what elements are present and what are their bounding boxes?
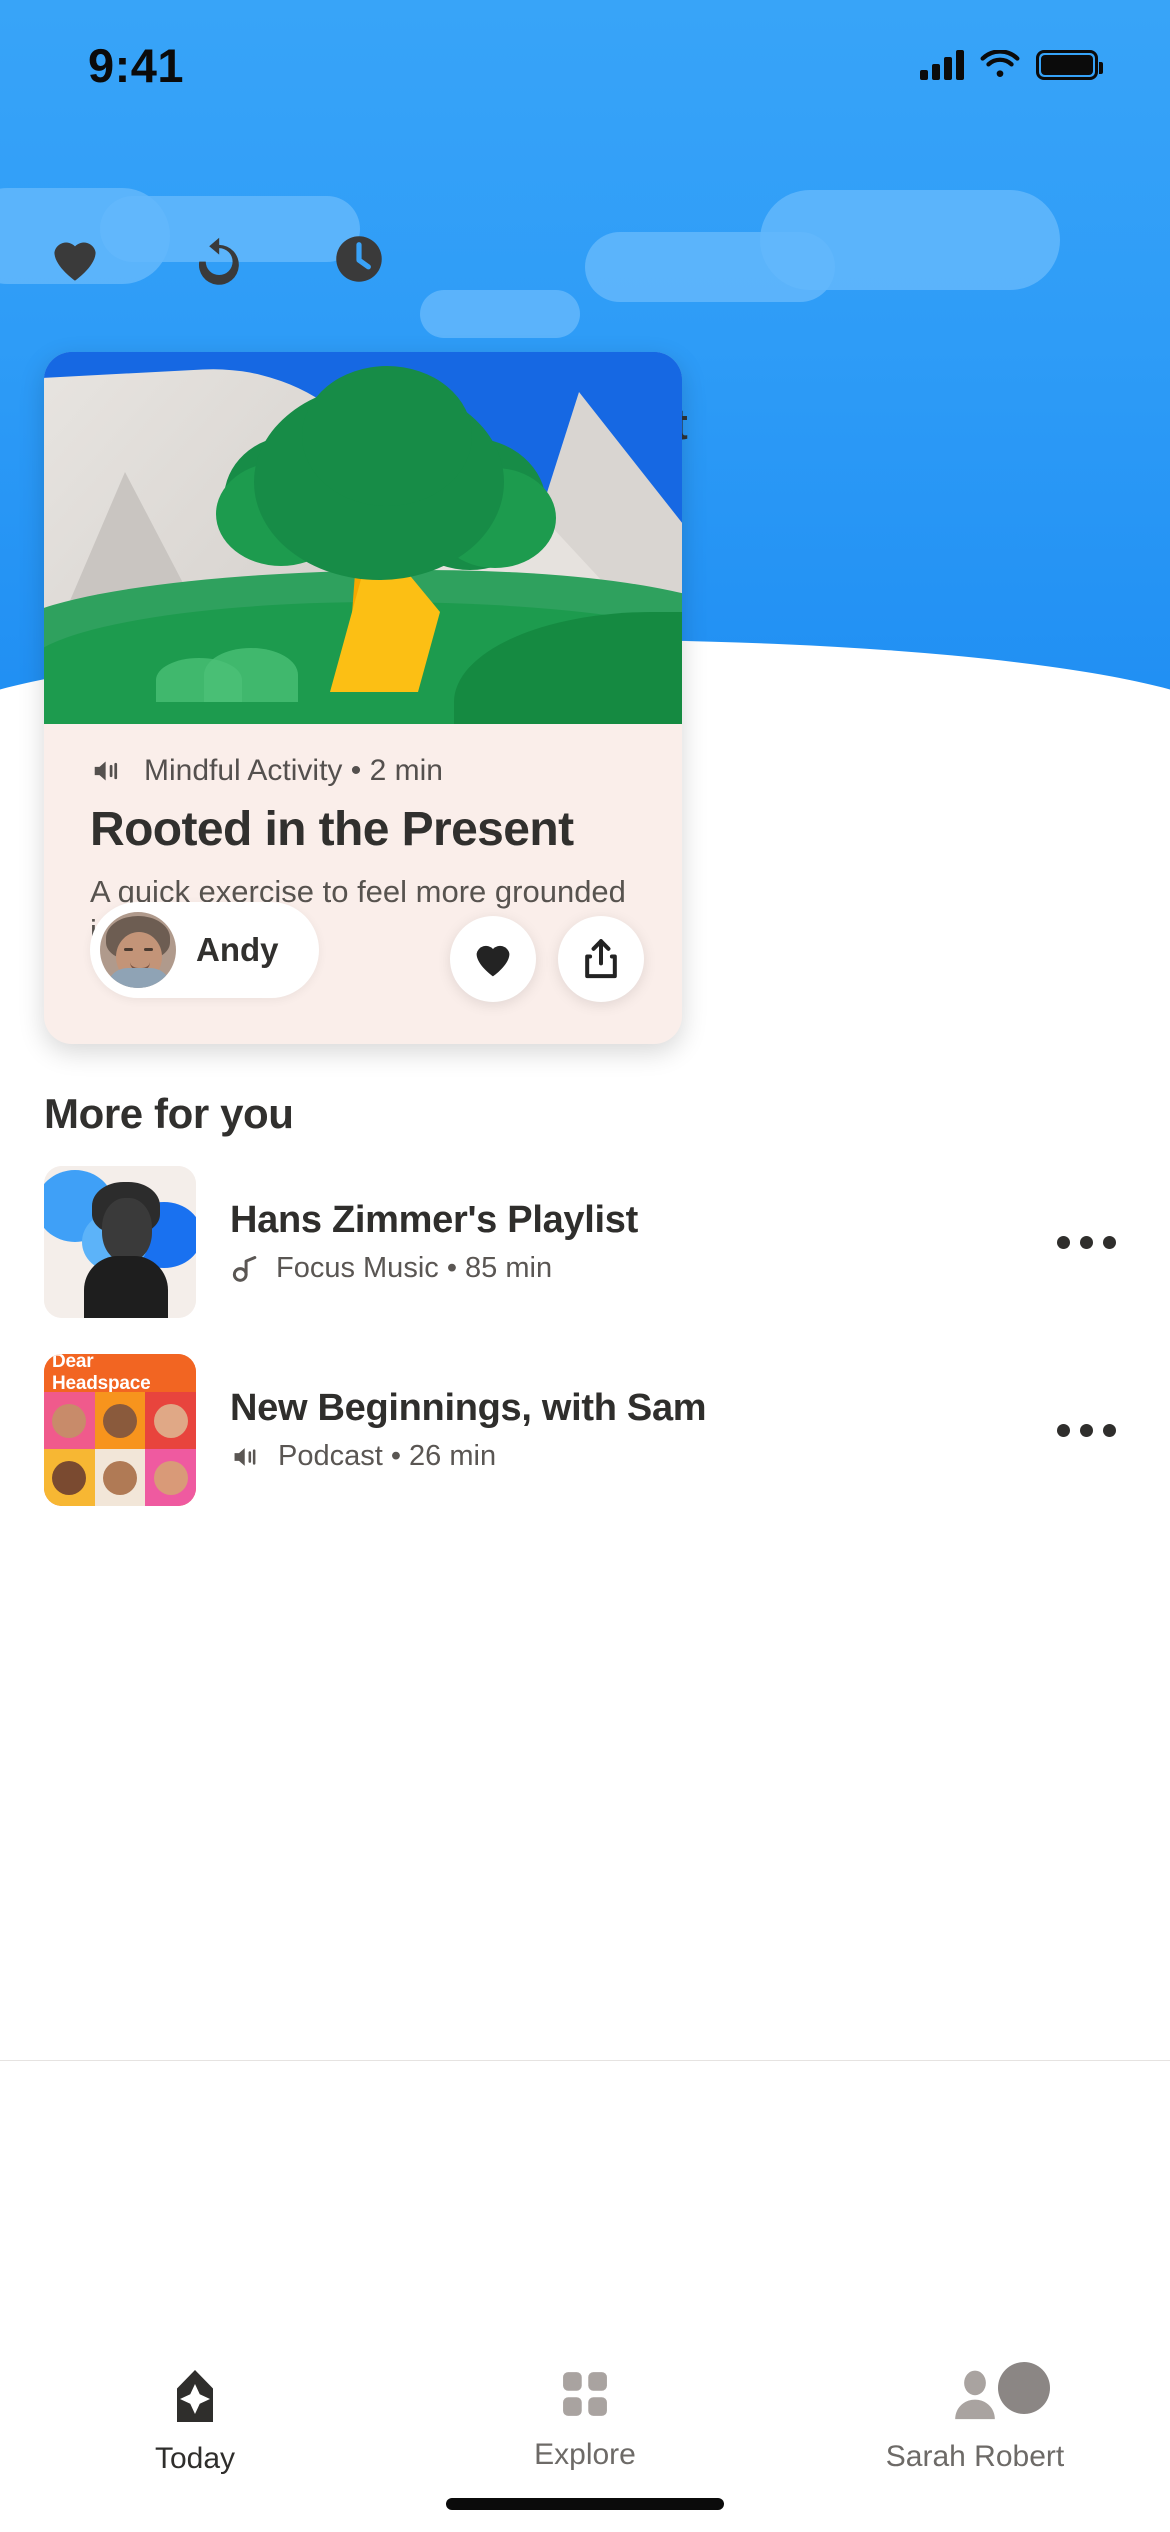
status-indicators — [920, 50, 1103, 80]
tab-profile[interactable]: Sarah Robert — [780, 2366, 1170, 2474]
app-screen: 9:41 Fin — [0, 0, 1170, 2532]
speaker-icon — [234, 1447, 256, 1466]
list-item-meta-row: Focus Music • 85 min — [230, 1252, 1012, 1285]
cloud-shape — [760, 190, 1060, 290]
dear-headspace-thumbnail: Dear Headspace — [44, 1354, 196, 1506]
tab-label-today: Today — [154, 2442, 236, 2475]
share-icon — [585, 939, 617, 979]
list-item-title: New Beginnings, with Sam — [230, 1387, 707, 1429]
cellular-signal-icon — [920, 50, 964, 80]
speaker-icon — [94, 761, 118, 781]
today-sparkle-icon — [177, 2370, 213, 2422]
heart-icon — [476, 945, 510, 977]
grid-icon — [563, 2372, 607, 2416]
more-options-icon[interactable] — [1046, 1235, 1126, 1249]
tab-explore[interactable]: Explore — [390, 2366, 780, 2472]
list-item-meta-row: Podcast • 26 min — [230, 1440, 1012, 1473]
status-bar: 9:41 — [0, 0, 1170, 130]
music-note-icon — [232, 1255, 257, 1282]
author-row[interactable]: Andy — [90, 902, 319, 998]
list-item-meta: Focus Music • 85 min — [276, 1252, 553, 1284]
replay-icon[interactable] — [190, 232, 244, 286]
author-name: Andy — [196, 931, 279, 968]
more-for-you-heading: More for you — [44, 1090, 294, 1137]
person-icon — [955, 2370, 995, 2420]
favorite-button[interactable] — [450, 916, 536, 1002]
tab-label-profile: Sarah Robert — [885, 2440, 1065, 2473]
tree-on-hill-illustration — [44, 352, 682, 724]
list-item[interactable]: Dear Headspace New Beginnings, with Sam — [0, 1336, 1170, 1524]
divider — [0, 2060, 1170, 2061]
status-time: 9:41 — [88, 38, 185, 92]
list-item-title: Hans Zimmer's Playlist — [230, 1199, 638, 1241]
battery-icon — [1036, 50, 1103, 80]
hero-icon-row — [48, 232, 386, 286]
featured-activity-card[interactable]: Mindful Activity • 2 min Rooted in the P… — [44, 352, 682, 1044]
list-item-meta: Podcast • 26 min — [278, 1440, 497, 1472]
card-title: Rooted in the Present — [90, 803, 574, 856]
list-item[interactable]: Hans Zimmer's Playlist Focus Music • 85 … — [0, 1148, 1170, 1336]
cursor-pointer — [998, 2362, 1050, 2414]
home-indicator — [446, 2498, 724, 2510]
card-meta-text: Mindful Activity • 2 min — [144, 754, 443, 787]
tab-label-explore: Explore — [534, 2438, 636, 2471]
wifi-icon — [980, 50, 1020, 77]
tab-today[interactable]: Today — [0, 2366, 390, 2476]
card-meta-row: Mindful Activity • 2 min — [90, 754, 636, 788]
share-button[interactable] — [558, 916, 644, 1002]
list-item-text: Hans Zimmer's Playlist Focus Music • 85 … — [230, 1199, 1012, 1285]
clock-icon[interactable] — [332, 232, 386, 286]
cloud-shape — [420, 290, 580, 338]
hans-zimmer-thumbnail — [44, 1166, 196, 1318]
heart-icon[interactable] — [48, 232, 102, 286]
avatar — [100, 912, 176, 988]
more-options-icon[interactable] — [1046, 1423, 1126, 1437]
list-item-text: New Beginnings, with Sam Podcast • 26 mi… — [230, 1387, 1012, 1473]
thumbnail-title: Dear Headspace — [44, 1354, 196, 1394]
card-action-buttons — [450, 916, 644, 1002]
more-for-you-list: Hans Zimmer's Playlist Focus Music • 85 … — [0, 1148, 1170, 1524]
